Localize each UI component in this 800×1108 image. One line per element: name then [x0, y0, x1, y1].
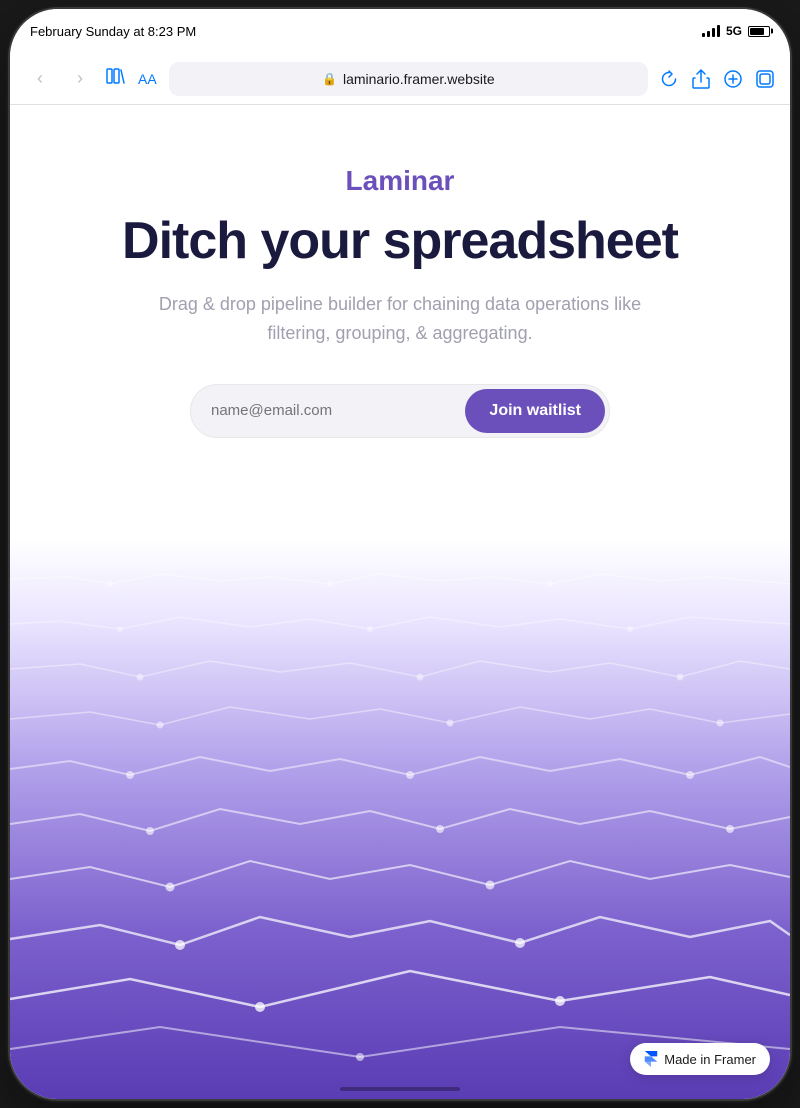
email-input[interactable] — [195, 390, 465, 431]
share-button[interactable] — [692, 69, 710, 89]
books-icon[interactable] — [106, 67, 126, 90]
network-type: 5G — [726, 24, 742, 38]
home-indicator — [340, 1087, 460, 1091]
framer-badge-label: Made in Framer — [664, 1052, 756, 1067]
reload-button[interactable] — [660, 70, 678, 88]
status-bar: February Sunday at 8:23 PM 5G — [10, 9, 790, 53]
forward-button[interactable]: › — [66, 65, 94, 93]
status-icons: 5G — [702, 24, 770, 38]
wave-visualization — [10, 539, 790, 1099]
framer-badge[interactable]: Made in Framer — [630, 1043, 770, 1075]
tabs-button[interactable] — [756, 70, 774, 88]
browser-toolbar: ‹ › AA 🔒 laminario.framer.website — [10, 53, 790, 105]
brand-name: Laminar — [50, 165, 750, 197]
url-bar[interactable]: 🔒 laminario.framer.website — [169, 62, 648, 96]
framer-logo-icon — [644, 1051, 658, 1067]
battery-icon — [748, 26, 770, 37]
add-tab-button[interactable] — [724, 70, 742, 88]
status-time: February Sunday at 8:23 PM — [30, 24, 196, 39]
hero-title: Ditch your spreadsheet — [50, 213, 750, 270]
hero-section: Laminar Ditch your spreadsheet Drag & dr… — [10, 105, 790, 438]
aa-label[interactable]: AA — [138, 71, 157, 87]
hero-subtitle: Drag & drop pipeline builder for chainin… — [140, 290, 660, 348]
back-button[interactable]: ‹ — [26, 65, 54, 93]
url-text: laminario.framer.website — [343, 71, 495, 87]
waitlist-form: Join waitlist — [190, 384, 610, 438]
lock-icon: 🔒 — [322, 72, 337, 86]
signal-bars-icon — [702, 25, 720, 37]
join-waitlist-button[interactable]: Join waitlist — [465, 389, 605, 433]
toolbar-actions — [660, 69, 774, 89]
ipad-frame: February Sunday at 8:23 PM 5G ‹ › AA — [10, 9, 790, 1099]
wave-section: Made in Framer — [10, 539, 790, 1099]
content-area: Laminar Ditch your spreadsheet Drag & dr… — [10, 105, 790, 1099]
